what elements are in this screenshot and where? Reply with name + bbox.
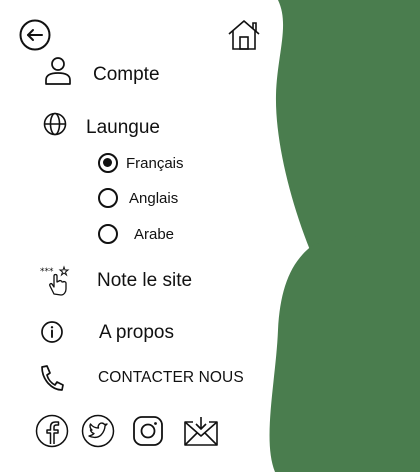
menu-item-rate-site-label: Note le site [97, 270, 193, 291]
mail-icon [184, 417, 218, 446]
menu-item-language-label: Laungue [86, 117, 160, 138]
radio-arabe[interactable] [98, 224, 118, 244]
mail-link[interactable] [183, 414, 219, 453]
svg-text:***: *** [40, 267, 54, 277]
menu-item-language[interactable]: Laungue [40, 110, 240, 144]
language-option-francais[interactable]: Français [98, 152, 208, 174]
radio-anglais[interactable] [98, 188, 118, 208]
phone-icon [41, 365, 64, 391]
language-option-label: Arabe [134, 226, 175, 243]
menu-item-contact[interactable]: CONTACTER NOUS [38, 362, 258, 392]
menu-item-contact-label: CONTACTER NOUS [98, 369, 244, 386]
language-option-label: Français [126, 155, 184, 172]
back-button[interactable] [18, 18, 52, 52]
rating-hand-icon: *** [40, 265, 70, 296]
menu-item-account[interactable]: Compte [40, 56, 240, 90]
menu-item-rate-site[interactable]: *** Note le site [38, 262, 238, 298]
menu-item-about-label: A propos [99, 322, 174, 343]
radio-francais[interactable] [98, 153, 118, 173]
language-option-arabe[interactable]: Arabe [98, 222, 208, 244]
home-icon [228, 20, 260, 50]
twitter-icon [81, 414, 115, 448]
user-icon [45, 57, 71, 85]
twitter-link[interactable] [81, 414, 115, 453]
globe-icon [43, 112, 67, 136]
instagram-icon [133, 416, 163, 446]
menu-item-account-label: Compte [93, 64, 160, 85]
facebook-icon [35, 414, 69, 448]
menu-item-about[interactable]: A propos [38, 318, 238, 348]
home-button[interactable] [226, 18, 262, 52]
arrow-left-circle-icon [19, 19, 51, 51]
language-option-label: Anglais [129, 190, 179, 207]
info-icon [41, 321, 63, 343]
facebook-link[interactable] [35, 414, 69, 453]
instagram-link[interactable] [131, 414, 165, 453]
language-option-anglais[interactable]: Anglais [98, 187, 208, 209]
